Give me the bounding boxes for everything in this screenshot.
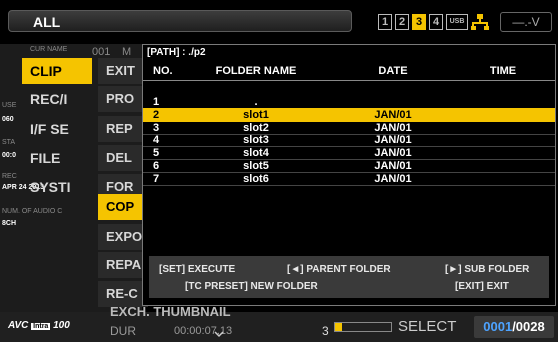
row-number: 7	[153, 172, 160, 185]
submenu-item-property[interactable]: PRO	[98, 86, 148, 112]
row-number: 5	[153, 147, 160, 160]
select-counter: 0001/0028	[474, 316, 554, 338]
submenu-item-delete[interactable]: DEL	[98, 145, 148, 171]
bg-text: STA	[2, 139, 16, 146]
slot-2-indicator: 2	[395, 14, 409, 30]
folder-date: JAN/01	[374, 172, 412, 185]
row-number: 6	[153, 160, 160, 172]
row-number: 1	[153, 96, 160, 108]
submenu-item-export[interactable]: EXPO	[98, 224, 148, 250]
submenu-item-copy[interactable]: COP	[98, 194, 148, 220]
folder-date: JAN/01	[374, 134, 412, 147]
bg-text: 00:0	[2, 152, 17, 159]
folder-date: JAN/01	[374, 108, 412, 121]
folder-select-dialog: [PATH] : ./p2 NO. FOLDER NAME DATE TIME …	[142, 44, 556, 306]
slot-4-indicator: 4	[429, 14, 443, 30]
bg-text: CUR NAME	[30, 46, 68, 53]
submenu-item-exit[interactable]: EXIT	[98, 58, 148, 84]
key-hints: [SET] EXECUTE [◄] PARENT FOLDER [►] SUB …	[149, 256, 549, 298]
num-audio-label: NUM. OF AUDIO C	[2, 208, 63, 215]
menu-item-rec[interactable]: REC/I	[22, 86, 92, 112]
row-number: 3	[153, 121, 160, 134]
clip-index: 3	[322, 324, 329, 338]
slot-indicators: 1 2 3 4 USB	[378, 14, 489, 30]
folder-date: JAN/01	[374, 147, 412, 160]
bg-text: 060	[2, 116, 14, 123]
submenu-item-repair-2[interactable]: REPA	[98, 252, 148, 278]
folder-name: .	[254, 96, 258, 108]
chevron-down-icon[interactable]	[214, 329, 224, 339]
folder-name: slot1	[243, 108, 269, 121]
menu-item-system[interactable]: SYSTI	[22, 174, 92, 200]
network-icon	[471, 14, 489, 30]
folder-date: JAN/01	[374, 160, 412, 172]
usb-indicator: USB	[446, 14, 468, 30]
select-label: SELECT	[398, 318, 457, 335]
path-label: [PATH] : ./p2	[147, 47, 206, 58]
logo-suffix: 100	[53, 320, 70, 331]
top-status-bar: ALL 1 2 3 4 USB —.-V	[0, 0, 558, 44]
bg-text: 001	[92, 46, 111, 58]
folder-date: JAN/01	[374, 121, 412, 134]
folder-name: slot6	[243, 172, 269, 185]
bg-text: M	[122, 46, 132, 58]
table-header: NO. FOLDER NAME DATE TIME	[143, 59, 555, 81]
row-number: 4	[153, 134, 160, 147]
folder-name: slot3	[243, 134, 269, 147]
progress-bar	[334, 322, 392, 332]
menu-item-file[interactable]: FILE	[22, 145, 92, 171]
duration-label: DUR	[110, 324, 136, 338]
select-total: /0028	[512, 319, 545, 334]
bg-text: USE	[2, 102, 17, 109]
folder-name: slot2	[243, 121, 269, 134]
hint-execute: [SET] EXECUTE	[159, 264, 236, 275]
select-current: 0001	[483, 319, 513, 334]
avc-intra-logo: AVC Intra 100	[8, 320, 70, 331]
slot-1-indicator: 1	[378, 14, 392, 30]
hint-new-folder: [TC PRESET] NEW FOLDER	[185, 281, 318, 292]
progress-fill	[335, 323, 342, 331]
column-header-time: TIME	[489, 65, 517, 77]
folder-name: slot5	[243, 160, 269, 172]
page-title: ALL	[33, 14, 61, 30]
logo-avc: AVC	[8, 320, 29, 331]
logo-intra: Intra	[31, 323, 51, 330]
folder-row[interactable]: 7 slot6 JAN/01	[143, 172, 555, 186]
submenu-item-repair[interactable]: REP	[98, 116, 148, 142]
column-header-date: DATE	[378, 65, 408, 77]
column-header-folder-name: FOLDER NAME	[215, 65, 297, 77]
hint-parent-folder: [◄] PARENT FOLDER	[287, 264, 391, 275]
background-menu: CUR NAME 001 M USE 060 STA 00:0 REC APR …	[0, 44, 148, 312]
exch-thumbnail-label: EXCH. THUMBNAIL	[110, 304, 231, 319]
menu-item-if-setup[interactable]: I/F SE	[22, 116, 92, 142]
title-bar: ALL	[8, 10, 352, 32]
hint-exit: [EXIT] EXIT	[455, 281, 509, 292]
slot-3-indicator: 3	[412, 14, 426, 30]
folder-name: slot4	[243, 147, 269, 160]
column-header-no: NO.	[153, 65, 173, 77]
menu-item-clip[interactable]: CLIP	[22, 58, 92, 84]
hint-sub-folder: [►] SUB FOLDER	[445, 264, 530, 275]
row-number: 2	[153, 108, 160, 121]
signal-icon: —.-V	[500, 12, 552, 32]
bg-text: REC	[2, 173, 17, 180]
num-audio-value: 8CH	[2, 220, 17, 227]
